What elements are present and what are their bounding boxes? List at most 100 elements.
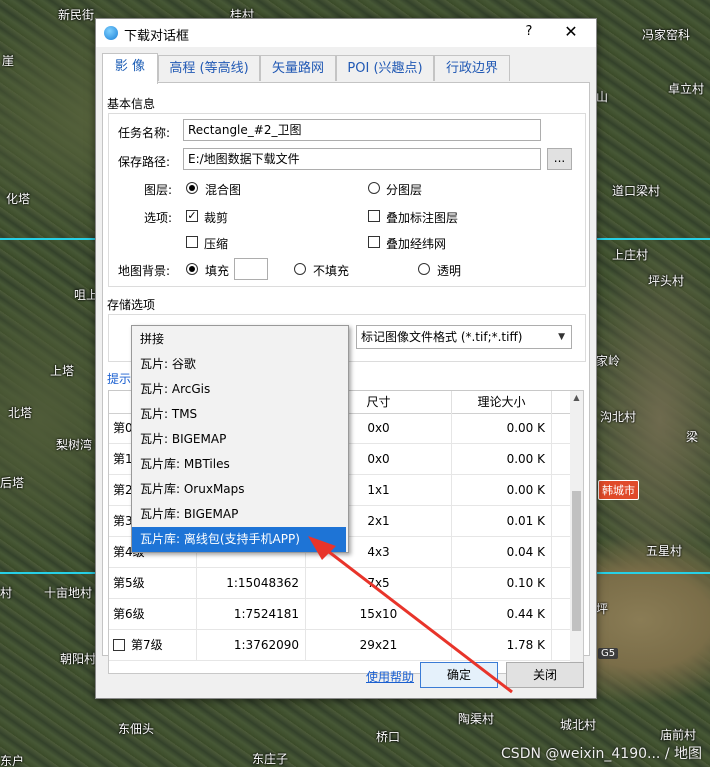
option-tilelib-offline-package[interactable]: 瓦片库: 离线包(支持手机APP) [132,527,346,552]
title-bar[interactable]: 下载对话框 ? ✕ [96,19,596,47]
output-format-dropdown[interactable]: 拼接 瓦片: 谷歌 瓦片: ArcGis 瓦片: TMS 瓦片: BIGEMAP… [131,325,349,553]
map-label: 山 [596,90,609,104]
help-link[interactable]: 使用帮助 [366,668,414,685]
cell-bytes: 0.00 K [452,413,552,443]
map-label: 朝阳村 [60,652,97,666]
map-label: 崖 [2,54,15,68]
cell-scale: 1:3762090 [197,630,306,660]
scroll-up-icon[interactable]: ▲ [570,391,583,405]
cell-scale: 1:7524181 [197,599,306,629]
map-label: 五星村 [646,544,683,558]
city-badge: 韩城市 [598,480,639,500]
map-label: 卓立村 [668,82,705,96]
bg-color-picker[interactable] [234,258,268,280]
cell-scale: 1:15048362 [197,568,306,598]
table-scrollbar[interactable]: ▲ ▼ [570,391,583,673]
tab-imagery[interactable]: 影 像 [102,53,158,84]
option-tilelib-bigemap[interactable]: 瓦片库: BIGEMAP [132,502,346,527]
boundary-line [0,572,95,574]
task-name-input[interactable]: Rectangle_#2_卫图 [183,119,541,141]
compress-checkbox[interactable] [186,236,198,248]
table-row[interactable]: 第6级 1:7524181 15x10 0.44 K [109,599,570,630]
options-label: 选项: [144,211,173,225]
ok-button[interactable]: 确定 [420,662,498,688]
map-label: 北塔 [8,406,33,420]
storage-heading: 存储选项 [107,298,156,312]
format-select[interactable]: 标记图像文件格式 (*.tif;*.tiff) ▼ [356,325,572,349]
tab-admin-boundary[interactable]: 行政边界 [434,55,510,81]
save-path-input[interactable]: E:/地图数据下载文件 [183,148,541,170]
cell-level: 第7级 [109,630,197,660]
tab-vector-roads[interactable]: 矢量路网 [260,55,336,81]
help-button[interactable]: ? [521,24,537,39]
map-label: 上庄村 [612,248,649,262]
cell-bytes: 0.00 K [452,475,552,505]
crop-label: 裁剪 [204,211,229,225]
cell-level: 第6级 [109,599,197,629]
cell-bytes: 0.44 K [452,599,552,629]
map-label: 梨树湾 [56,438,93,452]
close-button[interactable]: 关闭 [506,662,584,688]
tab-poi[interactable]: POI (兴趣点) [336,55,434,81]
option-tilelib-mbtiles[interactable]: 瓦片库: MBTiles [132,452,346,477]
table-row[interactable]: 第7级 1:3762090 29x21 1.78 K [109,630,570,661]
map-label: 庙前村 [660,728,697,742]
task-name-label: 任务名称: [118,126,171,140]
option-tile-bigemap[interactable]: 瓦片: BIGEMAP [132,427,346,452]
bg-transparent-radio[interactable] [418,263,430,275]
option-tile-tms[interactable]: 瓦片: TMS [132,402,346,427]
format-select-value: 标记图像文件格式 (*.tif;*.tiff) [361,330,523,344]
layer-split-radio[interactable] [368,182,380,194]
map-label: 桥口 [376,730,401,744]
table-row[interactable]: 第5级 1:15048362 7x5 0.10 K [109,568,570,599]
browse-button[interactable]: ... [547,148,572,170]
map-label: 冯家窑科 [642,28,691,42]
option-tilelib-oruxmaps[interactable]: 瓦片库: OruxMaps [132,477,346,502]
overlay-label-label: 叠加标注图层 [386,211,459,225]
scroll-thumb[interactable] [572,491,581,631]
tab-elevation[interactable]: 高程 (等高线) [158,55,260,81]
option-mosaic[interactable]: 拼接 [132,327,346,352]
overlay-label-checkbox[interactable] [368,210,380,222]
level-checkbox[interactable] [113,639,125,651]
cell-bytes: 0.01 K [452,506,552,536]
watermark: CSDN @weixin_4190... / 地图 [501,746,702,762]
map-label: 新民街 [58,8,95,22]
map-label: 村 [0,586,13,600]
option-tile-arcgis[interactable]: 瓦片: ArcGis [132,377,346,402]
layer-mixed-label: 混合图 [205,183,242,197]
bg-fill-radio[interactable] [186,263,198,275]
map-label: 梁 [686,430,699,444]
level-label: 第7级 [131,638,163,652]
cell-level: 第5级 [109,568,197,598]
overlay-grid-checkbox[interactable] [368,236,380,248]
hint-link[interactable]: 提示 [107,370,131,387]
boundary-line [595,572,710,574]
save-path-label: 保存路径: [118,155,171,169]
crop-checkbox[interactable]: ✓ [186,210,198,222]
basic-info-heading: 基本信息 [107,97,156,111]
map-label: 十亩地村 [44,586,93,600]
boundary-line [0,238,95,240]
highway-badge: G5 [598,648,619,659]
compress-label: 压缩 [204,237,229,251]
option-tile-google[interactable]: 瓦片: 谷歌 [132,352,346,377]
layer-mixed-radio[interactable] [186,182,198,194]
map-label: 城北村 [560,718,597,732]
bg-fill-label: 填充 [205,264,230,278]
boundary-line [595,238,710,240]
overlay-grid-label: 叠加经纬网 [386,237,447,251]
bg-nofill-radio[interactable] [294,263,306,275]
bg-nofill-label: 不填充 [313,264,350,278]
dialog-title: 下载对话框 [124,29,190,44]
cell-size: 29x21 [306,630,452,660]
cell-size: 15x10 [306,599,452,629]
cell-bytes: 1.78 K [452,630,552,660]
map-label: 上塔 [50,364,75,378]
app-icon [104,26,118,40]
close-icon[interactable]: ✕ [561,22,581,41]
map-label: 后塔 [0,476,25,490]
column-header-theoretical-size[interactable]: 理论大小 [452,391,552,413]
cell-size: 7x5 [306,568,452,598]
layer-label: 图层: [144,183,173,197]
